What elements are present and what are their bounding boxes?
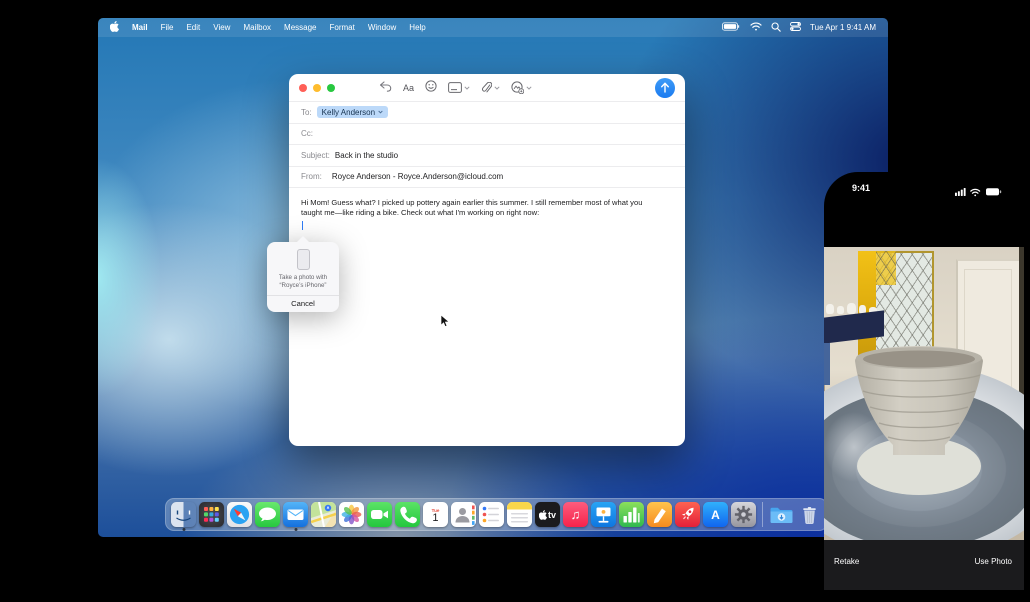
zoom-button[interactable] — [327, 84, 335, 92]
dock-keynote-icon[interactable] — [591, 502, 616, 527]
door-edge — [1019, 247, 1024, 407]
chevron-down-icon — [526, 86, 532, 90]
dock-downloads-icon[interactable] — [769, 502, 794, 527]
mail-compose-window: Aa — [289, 74, 685, 446]
menu-format[interactable]: Format — [330, 23, 355, 32]
subject-value: Back in the studio — [335, 151, 398, 160]
iphone-screen: 9:41 — [824, 172, 1024, 597]
text-cursor — [302, 221, 303, 230]
emoji-icon[interactable] — [425, 79, 437, 97]
iphone-icon — [297, 249, 310, 270]
wifi-icon[interactable] — [750, 22, 762, 33]
from-field[interactable]: From: Royce Anderson - Royce.Anderson@ic… — [289, 167, 685, 189]
message-body[interactable]: Hi Mom! Guess what? I picked up pottery … — [289, 188, 671, 230]
wall-strip — [824, 343, 830, 385]
menu-window[interactable]: Window — [368, 23, 396, 32]
send-button[interactable] — [655, 78, 675, 98]
to-label: To: — [301, 108, 312, 117]
control-center-icon[interactable] — [790, 22, 801, 33]
cellular-icon — [955, 188, 966, 196]
cc-field[interactable]: Cc: — [289, 124, 685, 146]
format-text-button[interactable]: Aa — [403, 83, 414, 93]
dock-music-icon[interactable]: ♫ — [563, 502, 588, 527]
close-button[interactable] — [299, 84, 307, 92]
minimize-button[interactable] — [313, 84, 321, 92]
menu-bar: Mail File Edit View Mailbox Message Format Wind… — [98, 18, 888, 37]
wifi-icon — [971, 189, 980, 196]
dock-pages-icon[interactable] — [647, 502, 672, 527]
chevron-down-icon — [494, 86, 500, 90]
undo-icon[interactable] — [379, 79, 392, 97]
dock-notes-icon[interactable] — [507, 502, 532, 527]
dock-photos-icon[interactable] — [339, 502, 364, 527]
menu-mail[interactable]: Mail — [132, 23, 148, 32]
dock-messages-icon[interactable] — [255, 502, 280, 527]
dock-reminders-icon[interactable] — [479, 502, 504, 527]
battery-icon[interactable] — [722, 22, 741, 33]
chevron-down-icon — [464, 86, 470, 90]
retake-button[interactable]: Retake — [834, 557, 859, 566]
compose-toolbar: Aa — [379, 79, 532, 97]
mouse-cursor — [440, 314, 451, 334]
menu-items: Mail File Edit View Mailbox Message Format Wind… — [132, 23, 426, 32]
dock: Tue1 tv♫ A — [165, 498, 828, 531]
mac-desktop: Mail File Edit View Mailbox Message Format Wind… — [98, 18, 888, 537]
dock-finder-icon[interactable] — [171, 502, 196, 527]
menu-mailbox[interactable]: Mailbox — [243, 23, 271, 32]
dock-launchpad-icon[interactable] — [199, 502, 224, 527]
window-titlebar: Aa — [289, 74, 685, 102]
popup-text-line1: Take a photo with — [267, 274, 339, 282]
dock-settings-icon[interactable] — [731, 502, 756, 527]
to-field[interactable]: To: Kelly Anderson — [289, 102, 685, 124]
running-indicator — [294, 528, 297, 531]
window-gold-pane-top — [876, 251, 896, 285]
chevron-down-icon — [378, 110, 383, 114]
dock-appletv-icon[interactable]: tv — [535, 502, 560, 527]
menu-help[interactable]: Help — [409, 23, 425, 32]
menu-view[interactable]: View — [213, 23, 230, 32]
dock-numbers-icon[interactable] — [619, 502, 644, 527]
dock-trash-icon[interactable] — [797, 502, 822, 527]
popup-text-line2: “Royce’s iPhone” — [267, 282, 339, 290]
dock-phone-icon[interactable] — [395, 502, 420, 527]
apple-menu-icon[interactable] — [110, 21, 119, 34]
cc-label: Cc: — [301, 129, 313, 138]
running-indicator — [182, 528, 185, 531]
menu-file[interactable]: File — [161, 23, 174, 32]
clay-pot — [851, 345, 987, 463]
menu-message[interactable]: Message — [284, 23, 316, 32]
menu-bar-clock[interactable]: Tue Apr 1 9:41 AM — [810, 23, 876, 32]
from-value: Royce Anderson - Royce.Anderson@icloud.c… — [332, 172, 503, 181]
header-fields-button[interactable] — [448, 82, 470, 93]
dock-contacts-icon[interactable] — [451, 502, 476, 527]
subject-label: Subject: — [301, 151, 330, 160]
attachment-button[interactable] — [481, 82, 500, 94]
continuity-camera-popup: Take a photo with “Royce’s iPhone” Cance… — [267, 236, 339, 312]
dock-calendar-icon[interactable]: Tue1 — [423, 502, 448, 527]
dock-divider — [762, 502, 763, 527]
dock-appstore-icon[interactable]: A — [703, 502, 728, 527]
dock-mail-icon[interactable] — [283, 502, 308, 527]
from-label: From: — [301, 172, 322, 181]
battery-icon — [986, 188, 1001, 195]
use-photo-button[interactable]: Use Photo — [975, 557, 1012, 566]
dock-maps-icon[interactable] — [311, 502, 336, 527]
insert-photo-button[interactable] — [511, 81, 532, 94]
iphone-status-icons — [955, 184, 1002, 202]
iphone-status-bar: 9:41 — [824, 183, 1024, 195]
dock-rocket-icon[interactable] — [675, 502, 700, 527]
dock-safari-icon[interactable] — [227, 502, 252, 527]
recipient-pill[interactable]: Kelly Anderson — [317, 106, 388, 118]
camera-bottom-bar: Retake Use Photo — [824, 540, 1024, 590]
stage: Mail File Edit View Mailbox Message Format Wind… — [0, 0, 1030, 602]
iphone-clock: 9:41 — [852, 183, 870, 193]
cancel-button[interactable]: Cancel — [267, 296, 339, 312]
menu-edit[interactable]: Edit — [186, 23, 200, 32]
search-icon[interactable] — [771, 22, 781, 34]
menu-bar-status: Tue Apr 1 9:41 AM — [722, 22, 876, 34]
subject-field[interactable]: Subject: Back in the studio — [289, 145, 685, 167]
camera-photo-pottery — [824, 247, 1024, 540]
dock-facetime-icon[interactable] — [367, 502, 392, 527]
